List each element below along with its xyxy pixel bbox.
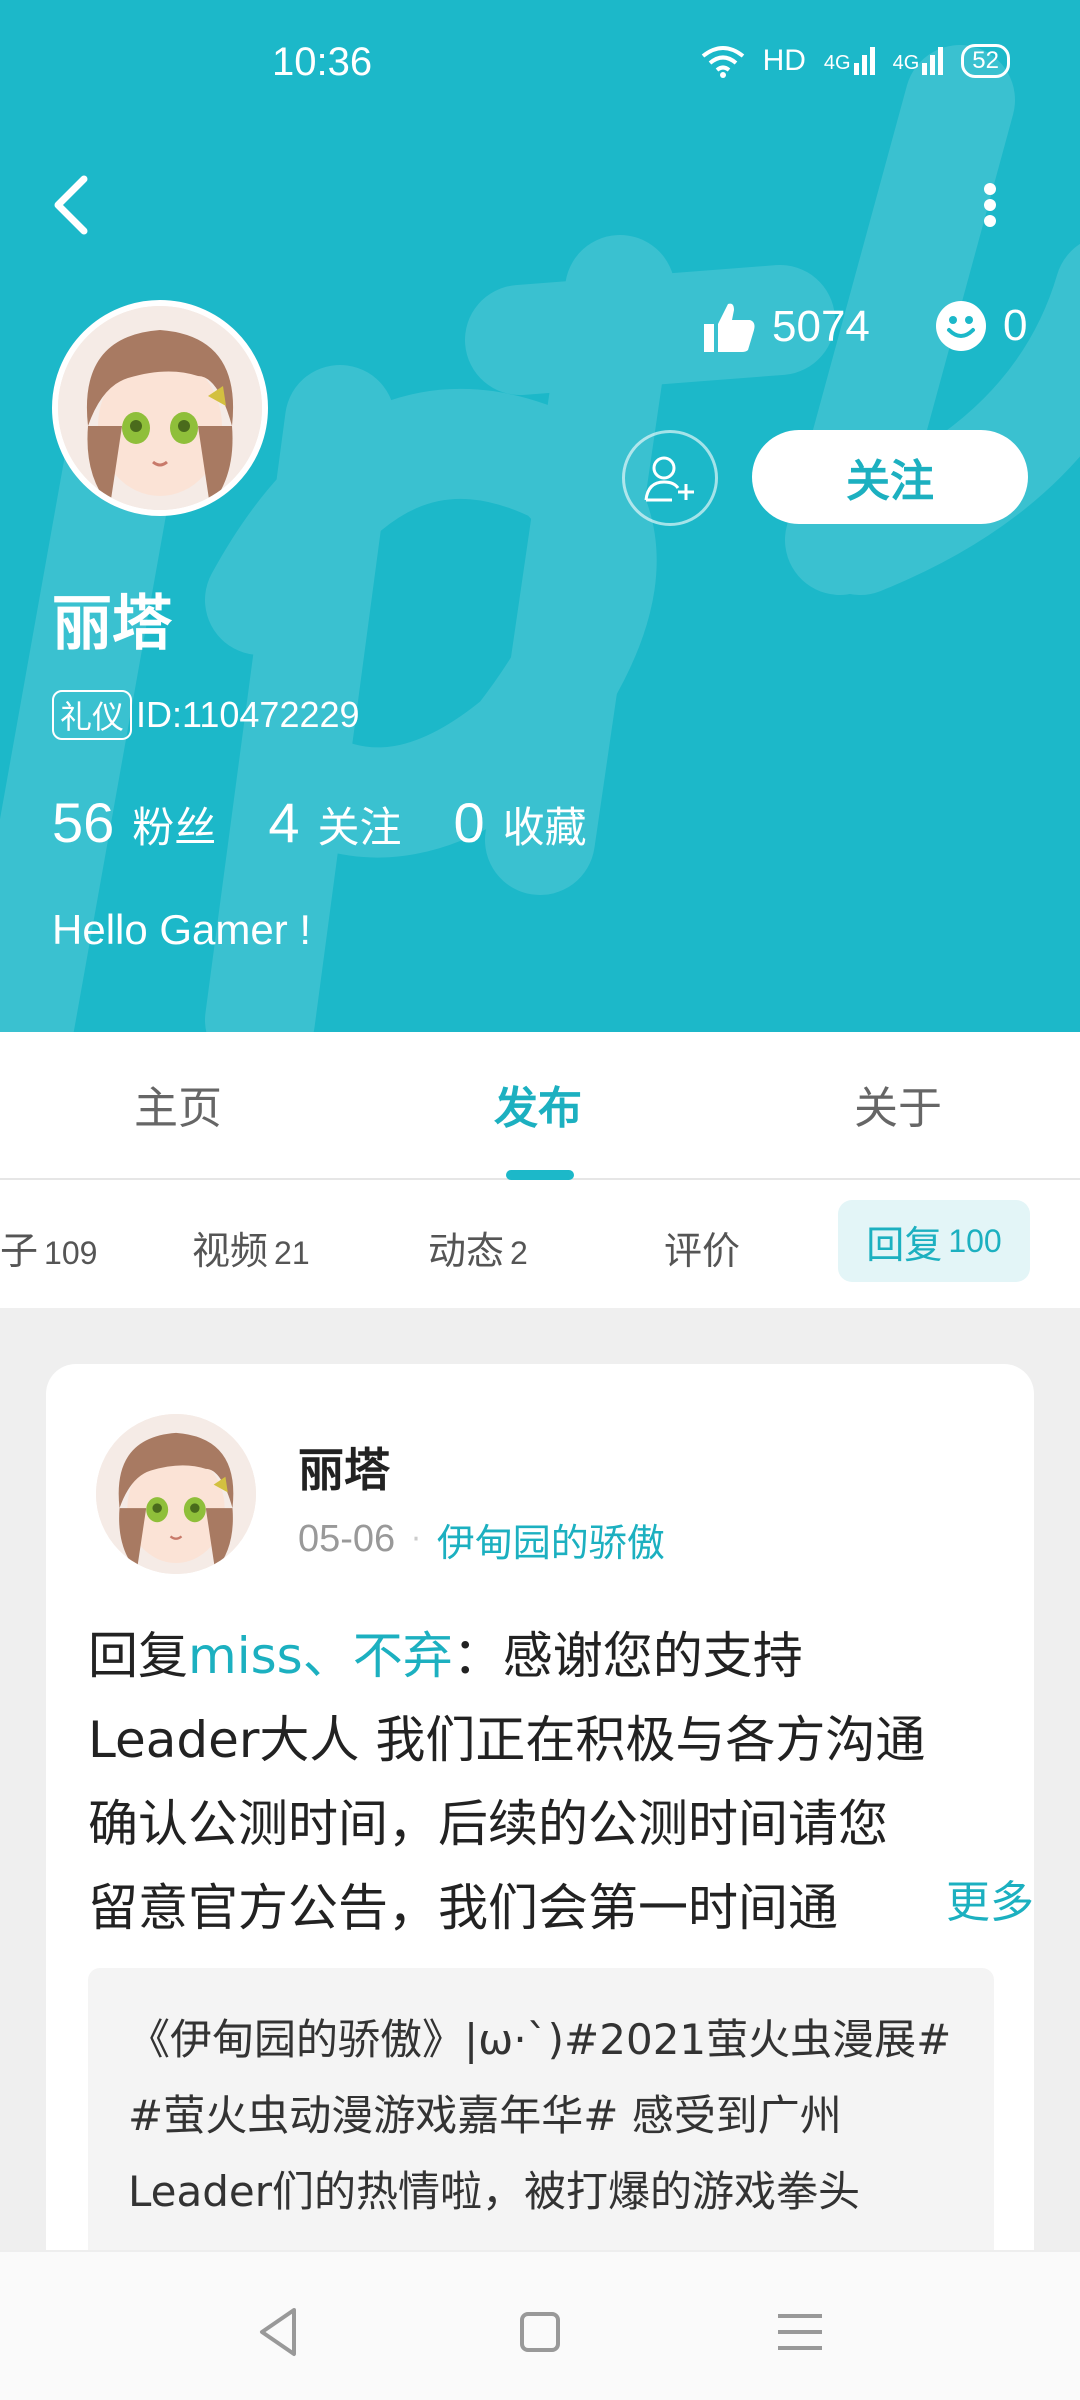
reply-prefix: 回复 [88,1627,188,1685]
sub-tabs: 子 109 视频 21 动态 2 评价 回复 100 [0,1180,1080,1308]
profile-header: 10:36 HD 4G 4G 52 5074 0 关注 丽塔 礼仪 ID:110… [0,0,1080,1032]
post-line-1: 回复miss、不弃：感谢您的支持 [88,1614,988,1698]
subtab-replies-label: 回复 [866,1222,943,1267]
main-tabs: 主页 发布 关于 [0,1032,1080,1180]
subtab-videos[interactable]: 视频 21 [192,1220,310,1275]
subtab-reviews-label: 评价 [664,1229,741,1273]
stat-fans-count: 56 [52,791,115,854]
smiley-icon [936,301,986,351]
subtab-replies-count: 100 [948,1222,1002,1259]
likes-value: 5074 [772,302,870,351]
thumbs-up-icon [704,303,755,352]
nav-home-icon[interactable] [510,2302,570,2362]
subtab-replies[interactable]: 回复 100 [838,1200,1030,1282]
profile-name: 丽塔 [52,589,172,659]
stat-favorites-label: 收藏 [502,803,587,852]
stat-fans-label: 粉丝 [132,803,217,852]
smiles-count[interactable]: 0 [935,300,1027,352]
profile-stats: 56 粉丝 4 关注 0 收藏 [52,790,639,855]
more-options-icon[interactable] [970,165,1010,245]
post-meta: 05-06 · 伊甸园的骄傲 [298,1512,665,1567]
post-body[interactable]: 回复miss、不弃：感谢您的支持 Leader大人 我们正在积极与各方沟通 确认… [88,1614,988,1950]
likes-count[interactable]: 5074 [702,300,870,354]
post-date: 05-06 [298,1518,396,1560]
avatar-illustration [58,306,262,510]
post-line-4: 留意官方公告，我们会第一时间通 [88,1879,838,1937]
nav-back-icon[interactable] [250,2302,310,2362]
profile-bio: Hello Gamer ! [52,906,312,953]
subtab-moments-count: 2 [510,1235,528,1271]
watermark-logo [0,45,1080,1032]
subtab-posts-label: 子 [0,1229,39,1273]
stat-following[interactable]: 4 关注 [268,790,401,855]
quote-line-3: Leader们的热情啦，被打爆的游戏拳头 [128,2167,861,2216]
meta-separator: · [411,1522,421,1557]
tab-about[interactable]: 关于 [854,1072,942,1136]
smiles-value: 0 [1003,301,1028,350]
profile-id: ID:110472229 [136,694,360,735]
follow-button[interactable]: 关注 [752,430,1028,524]
back-arrow-icon[interactable] [44,165,104,245]
stat-favorites[interactable]: 0 收藏 [453,790,586,855]
add-friend-button[interactable] [622,430,718,526]
role-badge: 礼仪 [52,690,133,740]
status-icons: HD 4G 4G 52 [701,44,1010,78]
signal-icon-2: 4G [893,47,944,75]
hd-indicator: HD [762,44,806,77]
stat-following-count: 4 [268,791,300,854]
signal-icon-1: 4G [824,47,875,75]
stat-favorites-count: 0 [453,791,485,854]
quoted-post[interactable]: 《伊甸园的骄傲》|ω·`)#2021萤火虫漫展# #萤火虫动漫游戏嘉年华# 感受… [88,1968,994,2268]
tab-posts[interactable]: 发布 [494,1072,582,1136]
status-time: 10:36 [272,40,373,84]
battery-icon: 52 [961,44,1010,78]
status-bar: 10:36 HD 4G 4G 52 [0,0,1080,140]
quote-line-1: 《伊甸园的骄傲》|ω·`)#2021萤火虫漫展# [128,2015,952,2064]
subtab-videos-label: 视频 [192,1229,269,1273]
avatar-illustration-small [96,1414,256,1574]
signal-label-1: 4G [823,52,851,74]
subtab-videos-count: 21 [274,1235,310,1271]
post-line-2: Leader大人 我们正在积极与各方沟通 [88,1711,926,1769]
nav-menu-icon[interactable] [770,2302,830,2362]
system-nav-bar [0,2250,1080,2400]
more-link[interactable]: 更多 [906,1866,1034,1930]
stat-fans[interactable]: 56 粉丝 [52,790,216,855]
post-author-avatar[interactable] [96,1414,256,1574]
subtab-moments-label: 动态 [428,1229,505,1273]
subtab-posts[interactable]: 子 109 [0,1220,97,1275]
post-game-link[interactable]: 伊甸园的骄傲 [437,1512,665,1567]
profile-id-row: 礼仪 ID:110472229 [52,690,360,740]
tab-home[interactable]: 主页 [134,1072,222,1136]
post-line-1-rest: ：感谢您的支持 [452,1627,803,1685]
add-user-icon [644,456,694,502]
reply-card[interactable]: 丽塔 05-06 · 伊甸园的骄傲 回复miss、不弃：感谢您的支持 Leade… [46,1364,1034,2400]
stat-following-label: 关注 [317,803,402,852]
subtab-posts-count: 109 [44,1235,98,1271]
avatar[interactable] [52,300,268,516]
tab-indicator [506,1170,574,1180]
post-author-name[interactable]: 丽塔 [298,1434,390,1500]
signal-label-2: 4G [892,52,920,74]
wifi-icon [701,46,744,78]
post-line-3: 确认公测时间，后续的公测时间请您 [88,1795,888,1853]
quote-line-2: #萤火虫动漫游戏嘉年华# 感受到广州 [128,2091,842,2140]
subtab-moments[interactable]: 动态 2 [428,1220,528,1275]
reply-target-link[interactable]: miss、不弃 [188,1627,453,1685]
subtab-reviews[interactable]: 评价 [664,1220,740,1275]
